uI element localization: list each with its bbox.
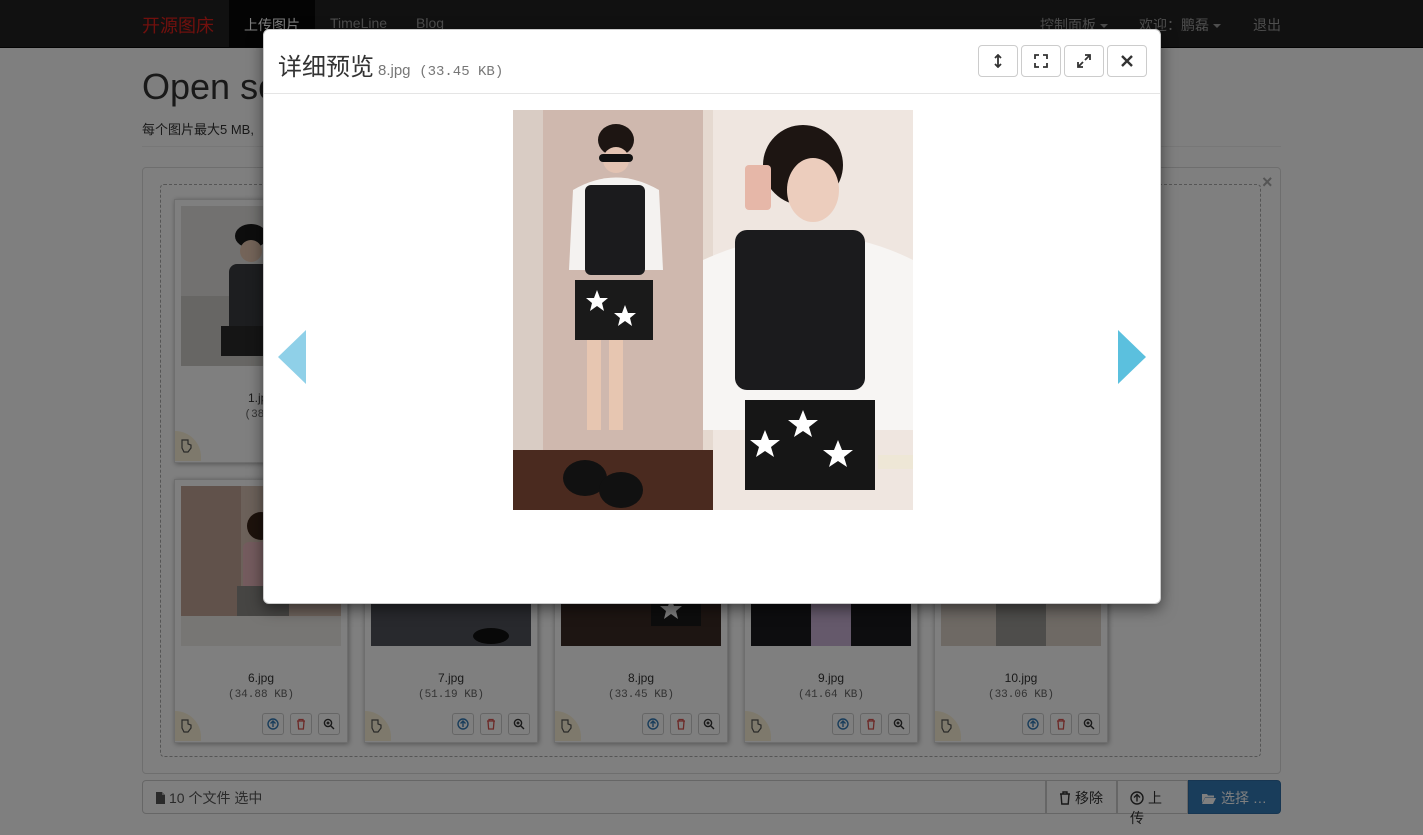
preview-modal: 详细预览 8.jpg (33.45 KB) <box>263 29 1161 604</box>
toggle-height-icon <box>994 54 1002 68</box>
borderless-button[interactable] <box>1064 45 1104 77</box>
preview-image <box>513 110 913 510</box>
modal-title: 详细预览 8.jpg (33.45 KB) <box>278 47 503 82</box>
modal-filesize: (33.45 KB) <box>419 64 504 80</box>
fullscreen-icon <box>1034 54 1048 68</box>
next-arrow-icon[interactable] <box>1116 330 1146 384</box>
modal-header: 详细预览 8.jpg (33.45 KB) <box>264 30 1160 94</box>
close-icon <box>1121 55 1133 67</box>
toggle-height-button[interactable] <box>978 45 1018 77</box>
prev-arrow-icon[interactable] <box>278 330 308 384</box>
fullscreen-button[interactable] <box>1021 45 1061 77</box>
modal-filename: 8.jpg <box>378 62 411 79</box>
modal-close-button[interactable] <box>1107 45 1147 77</box>
borderless-icon <box>1077 54 1091 68</box>
modal-title-text: 详细预览 <box>278 54 374 81</box>
